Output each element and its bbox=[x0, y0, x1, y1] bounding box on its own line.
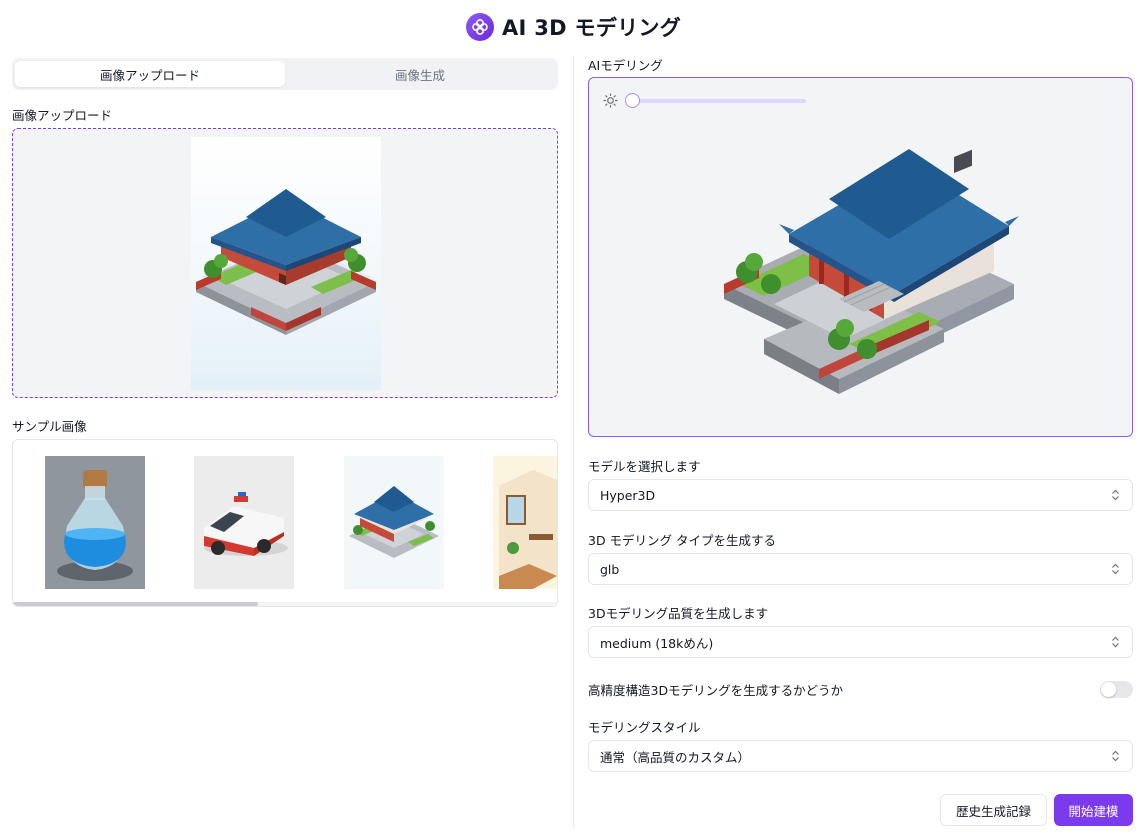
samples-label: サンプル画像 bbox=[12, 419, 87, 434]
quality-select[interactable]: medium (18kめん) bbox=[588, 626, 1133, 658]
type-select-value: glb bbox=[600, 561, 620, 577]
chevron-up-down-icon bbox=[1111, 563, 1120, 578]
brightness-slider-track[interactable] bbox=[633, 99, 806, 103]
sample-gallery bbox=[12, 439, 558, 607]
viewer-label: AIモデリング bbox=[588, 58, 663, 73]
upload-label: 画像アップロード bbox=[12, 108, 113, 123]
gallery-scrollbar-track bbox=[13, 602, 557, 606]
brightness-slider-thumb[interactable] bbox=[625, 93, 640, 108]
high-precision-label: 高精度構造3Dモデリングを生成するかどうか bbox=[588, 683, 844, 698]
start-modeling-button[interactable]: 開始建模 bbox=[1054, 794, 1133, 826]
model-select-value: Hyper3D bbox=[600, 487, 656, 503]
tab-image-generate[interactable]: 画像生成 bbox=[285, 61, 555, 87]
type-select[interactable]: glb bbox=[588, 553, 1133, 585]
image-dropzone[interactable] bbox=[12, 128, 558, 398]
column-divider bbox=[573, 56, 574, 828]
clover-logo-icon bbox=[465, 13, 494, 41]
chinese-house-image[interactable] bbox=[344, 456, 444, 589]
model-select[interactable]: Hyper3D bbox=[588, 479, 1133, 511]
quality-select-label: 3Dモデリング品質を生成します bbox=[588, 606, 769, 621]
model-select-label: モデルを選択します bbox=[588, 459, 701, 474]
model-viewer[interactable] bbox=[588, 77, 1133, 437]
model-preview bbox=[724, 149, 1019, 394]
potion-bottle-image[interactable] bbox=[45, 456, 145, 589]
source-tabs: 画像アップロード 画像生成 bbox=[12, 58, 558, 90]
quality-select-value: medium (18kめん) bbox=[600, 635, 714, 651]
chevron-up-down-icon bbox=[1111, 636, 1120, 651]
tab-image-upload[interactable]: 画像アップロード bbox=[15, 61, 285, 87]
type-select-label: 3D モデリング タイプを生成する bbox=[588, 533, 777, 548]
ambulance-image[interactable] bbox=[194, 456, 294, 589]
sun-icon bbox=[603, 93, 618, 112]
uploaded-image bbox=[191, 137, 381, 390]
app-header: AI 3D モデリング bbox=[0, 0, 1147, 54]
history-button[interactable]: 歴史生成記録 bbox=[940, 794, 1047, 826]
app-title: AI 3D モデリング bbox=[501, 16, 682, 40]
toggle-knob bbox=[1101, 682, 1116, 697]
high-precision-toggle[interactable] bbox=[1100, 681, 1133, 698]
chevron-up-down-icon bbox=[1111, 489, 1120, 504]
room-image[interactable] bbox=[493, 456, 557, 589]
style-select[interactable]: 通常（高品質のカスタム） bbox=[588, 740, 1133, 772]
style-select-value: 通常（高品質のカスタム） bbox=[600, 749, 751, 765]
chevron-up-down-icon bbox=[1111, 750, 1120, 765]
style-select-label: モデリングスタイル bbox=[588, 720, 701, 735]
gallery-scrollbar[interactable] bbox=[13, 602, 258, 606]
